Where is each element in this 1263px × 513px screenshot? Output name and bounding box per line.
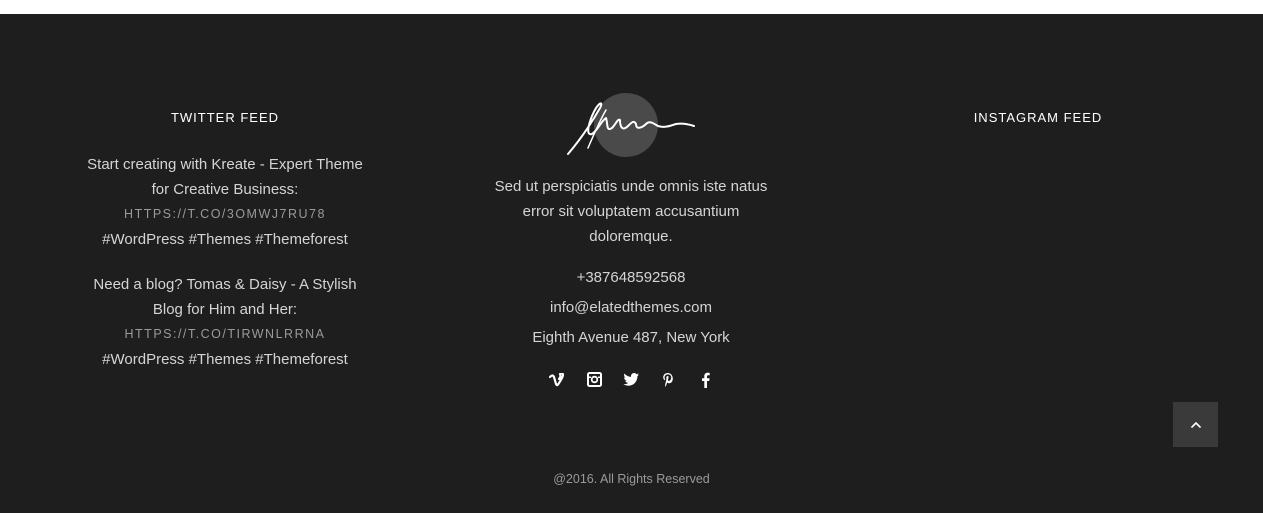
tweet-text: Start creating with Kreate - Expert Them… xyxy=(87,156,363,198)
contact-address: Eighth Avenue 487, New York xyxy=(532,329,730,346)
facebook-icon[interactable] xyxy=(697,371,714,388)
about-widget: Sed ut perspiciatis unde omnis iste natu… xyxy=(470,90,792,388)
tweet-item: Start creating with Kreate - Expert Them… xyxy=(80,152,370,252)
twitter-feed-title: TWITTER FEED xyxy=(170,110,280,125)
footer: TWITTER FEED Start creating with Kreate … xyxy=(0,14,1263,513)
about-text: Sed ut perspiciatis unde omnis iste natu… xyxy=(494,178,768,245)
copyright-text: @2016. All Rights Reserved xyxy=(553,472,710,486)
tweet-link[interactable]: HTTPS://T.CO/3OMWJ7RU78 xyxy=(80,202,370,227)
social-icons xyxy=(470,371,792,388)
back-to-top-button[interactable] xyxy=(1173,402,1218,447)
twitter-feed-widget: TWITTER FEED Start creating with Kreate … xyxy=(80,110,370,392)
vimeo-icon[interactable] xyxy=(549,371,566,388)
chevron-up-icon xyxy=(1190,421,1201,428)
twitter-icon[interactable] xyxy=(623,371,640,388)
pinterest-icon[interactable] xyxy=(660,371,677,388)
contact-email[interactable]: info@elatedthemes.com xyxy=(470,293,792,323)
signature-icon xyxy=(567,102,695,155)
instagram-feed-title: INSTAGRAM FEED xyxy=(973,110,1103,125)
tweet-item: Need a blog? Tomas & Daisy - A Stylish B… xyxy=(80,272,370,372)
contact-phone: +387648592568 xyxy=(576,269,686,286)
tweet-tags: #WordPress #Themes #Themeforest xyxy=(102,351,348,368)
instagram-icon[interactable] xyxy=(586,371,603,388)
signature-logo xyxy=(470,90,792,160)
tweet-link[interactable]: HTTPS://T.CO/TIRWNLRRNA xyxy=(80,322,370,347)
instagram-feed-widget: INSTAGRAM FEED xyxy=(908,110,1168,152)
tweet-tags: #WordPress #Themes #Themeforest xyxy=(102,231,348,248)
tweet-text: Need a blog? Tomas & Daisy - A Stylish B… xyxy=(93,276,357,318)
